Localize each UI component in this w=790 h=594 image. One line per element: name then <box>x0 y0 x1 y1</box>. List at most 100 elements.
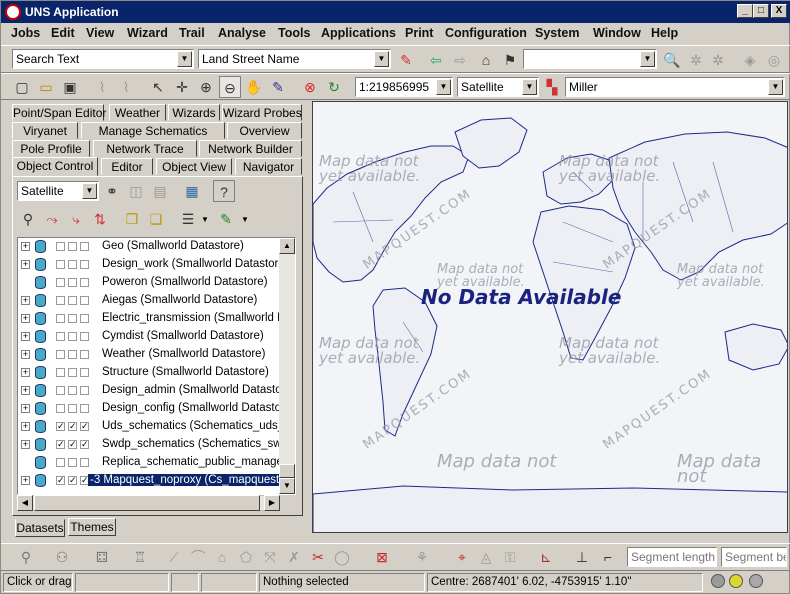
location-combo[interactable]: ▼ <box>523 49 657 69</box>
dataset-checkbox[interactable]: ✓ <box>68 440 77 449</box>
tree-horizontal-scrollbar[interactable]: ◀ ▶ <box>17 495 280 511</box>
help-query-icon[interactable]: ? <box>213 180 235 202</box>
chevron-down-icon[interactable]: ▼ <box>241 215 249 224</box>
dataset-checkbox[interactable] <box>56 386 65 395</box>
dataset-checkbox[interactable] <box>68 242 77 251</box>
crosshair-icon[interactable]: ✛ <box>171 76 193 98</box>
dataset-checkbox[interactable] <box>56 350 65 359</box>
dataset-checkbox[interactable] <box>68 404 77 413</box>
tab-navigator[interactable]: Navigator <box>235 158 302 175</box>
menu-help[interactable]: Help <box>651 26 678 40</box>
chevron-down-icon[interactable]: ▼ <box>177 51 192 67</box>
dataset-checkbox[interactable]: ✓ <box>56 422 65 431</box>
refresh-icon[interactable]: ↻ <box>323 76 345 98</box>
menu-print[interactable]: Print <box>405 26 433 40</box>
cancel-edit-icon[interactable]: ⊠ <box>371 546 393 568</box>
object-search-icon[interactable]: ◎ <box>763 49 785 71</box>
dataset-row[interactable]: +✓✓✓Uds_schematics (Schematics_uds_manag… <box>18 418 295 436</box>
tab-manage-schematics[interactable]: Manage Schematics <box>81 122 225 139</box>
line-tool-icon[interactable]: ⟋ <box>163 546 185 568</box>
dataset-checkbox[interactable] <box>68 368 77 377</box>
menu-wizard[interactable]: Wizard <box>127 26 168 40</box>
select-object-icon[interactable]: ⚲ <box>17 208 39 230</box>
expand-icon[interactable]: + <box>21 260 30 269</box>
dataset-row[interactable]: + Geo (Smallworld Datastore) <box>18 238 288 256</box>
expand-icon[interactable]: + <box>21 440 30 449</box>
expand-icon[interactable]: + <box>21 314 30 323</box>
draw-alt-icon[interactable]: ⌇ <box>115 76 137 98</box>
menu-system[interactable]: System <box>535 26 579 40</box>
delete-vertex-icon[interactable]: ✗ <box>283 546 305 568</box>
back-arrow-icon[interactable]: ⇦ <box>425 49 447 71</box>
cut-icon[interactable]: ✂ <box>307 546 329 568</box>
stop-icon[interactable]: ⊗ <box>299 76 321 98</box>
layers-icon[interactable]: ▚ <box>541 76 563 98</box>
place-point-icon[interactable]: ⚲ <box>15 546 37 568</box>
dataset-checkbox[interactable]: ✓ <box>56 440 65 449</box>
dataset-checkbox[interactable] <box>56 278 65 287</box>
dataset-checkbox[interactable] <box>68 458 77 467</box>
segment-bearing-field[interactable]: Segment bearing <box>721 547 787 567</box>
search-type-combo[interactable]: Search Text ▼ <box>12 49 194 69</box>
minimize-button[interactable]: _ <box>737 4 753 18</box>
pan-hand-icon[interactable]: ✋ <box>243 76 265 98</box>
sort-icon[interactable]: ⇅ <box>89 208 111 230</box>
expand-icon[interactable]: + <box>21 242 30 251</box>
dataset-checkbox[interactable] <box>80 296 89 305</box>
expand-icon[interactable]: + <box>21 296 30 305</box>
hierarchy-icon[interactable]: ♖ <box>129 546 151 568</box>
trace-alt-icon[interactable]: ⤷ <box>65 208 87 230</box>
tab-object-control[interactable]: Object Control <box>12 157 98 176</box>
home-icon[interactable]: ⌂ <box>475 49 497 71</box>
tab-viryanet[interactable]: Viryanet <box>12 122 78 139</box>
object-icon[interactable]: ◈ <box>739 49 761 71</box>
dataset-checkbox[interactable] <box>80 260 89 269</box>
dataset-checkbox[interactable] <box>80 404 89 413</box>
lock-icon[interactable]: ⚿ <box>499 546 521 568</box>
select-pointer-icon[interactable]: ↖ <box>147 76 169 98</box>
tab-editor[interactable]: Editor <box>101 158 153 175</box>
arc-tool-icon[interactable]: ⌒ <box>187 546 209 568</box>
binoculars-icon[interactable]: ⚭ <box>101 180 123 202</box>
menu-tools[interactable]: Tools <box>278 26 310 40</box>
tab-wizard-probes[interactable]: Wizard Probes <box>222 104 302 121</box>
list-menu-icon[interactable]: ☰ <box>177 208 199 230</box>
dataset-row[interactable]: Replica_schematic_public_manager ( <box>18 454 294 472</box>
circle-tool-icon[interactable]: ◯ <box>331 546 353 568</box>
dataset-checkbox[interactable] <box>56 404 65 413</box>
menu-edit[interactable]: Edit <box>51 26 75 40</box>
chevron-down-icon[interactable]: ▼ <box>522 79 537 95</box>
chevron-down-icon[interactable]: ▼ <box>374 51 389 67</box>
scroll-left-button[interactable]: ◀ <box>17 495 33 511</box>
menu-view[interactable]: View <box>86 26 114 40</box>
dataset-checkbox[interactable] <box>56 458 65 467</box>
find-all-icon[interactable]: ✲ <box>707 49 729 71</box>
segment-length-field[interactable]: Segment length <box>627 547 717 567</box>
dataset-checkbox[interactable] <box>68 332 77 341</box>
document-icon[interactable]: ▦ <box>181 180 203 202</box>
dataset-checkbox[interactable] <box>80 350 89 359</box>
polygon-tool-icon[interactable]: ⬠ <box>235 546 257 568</box>
dataset-checkbox[interactable] <box>80 458 89 467</box>
fill-icon[interactable]: ◬ <box>475 546 497 568</box>
expand-icon[interactable]: + <box>21 404 30 413</box>
expand-icon[interactable]: + <box>21 368 30 377</box>
search-go-icon[interactable]: ✎ <box>395 49 417 71</box>
scroll-down-button[interactable]: ▼ <box>279 478 295 494</box>
split-tool-icon[interactable]: ⤧ <box>259 546 281 568</box>
dataset-checkbox[interactable] <box>80 332 89 341</box>
dataset-row[interactable]: + ✓ ✓ ✓ -3 Mapquest_noproxy (Cs_mapquest_cli… <box>18 472 295 490</box>
dataset-checkbox[interactable]: ✓ <box>56 476 65 485</box>
snap-icon[interactable]: ⚘ <box>411 546 433 568</box>
expand-icon[interactable]: + <box>21 332 30 341</box>
table-icon[interactable]: ▤ <box>149 180 171 202</box>
expand-icon[interactable]: + <box>21 386 30 395</box>
close-button[interactable]: X <box>771 4 787 18</box>
dataset-checkbox[interactable] <box>68 296 77 305</box>
map-view[interactable]: Map data not yet available. Map data not… <box>312 101 788 533</box>
dataset-checkbox[interactable]: ✓ <box>80 440 89 449</box>
projection-combo[interactable]: Miller ▼ <box>565 77 785 97</box>
expand-icon[interactable]: + <box>21 422 30 431</box>
tab-overview[interactable]: Overview <box>227 122 302 139</box>
dataset-checkbox[interactable] <box>80 242 89 251</box>
